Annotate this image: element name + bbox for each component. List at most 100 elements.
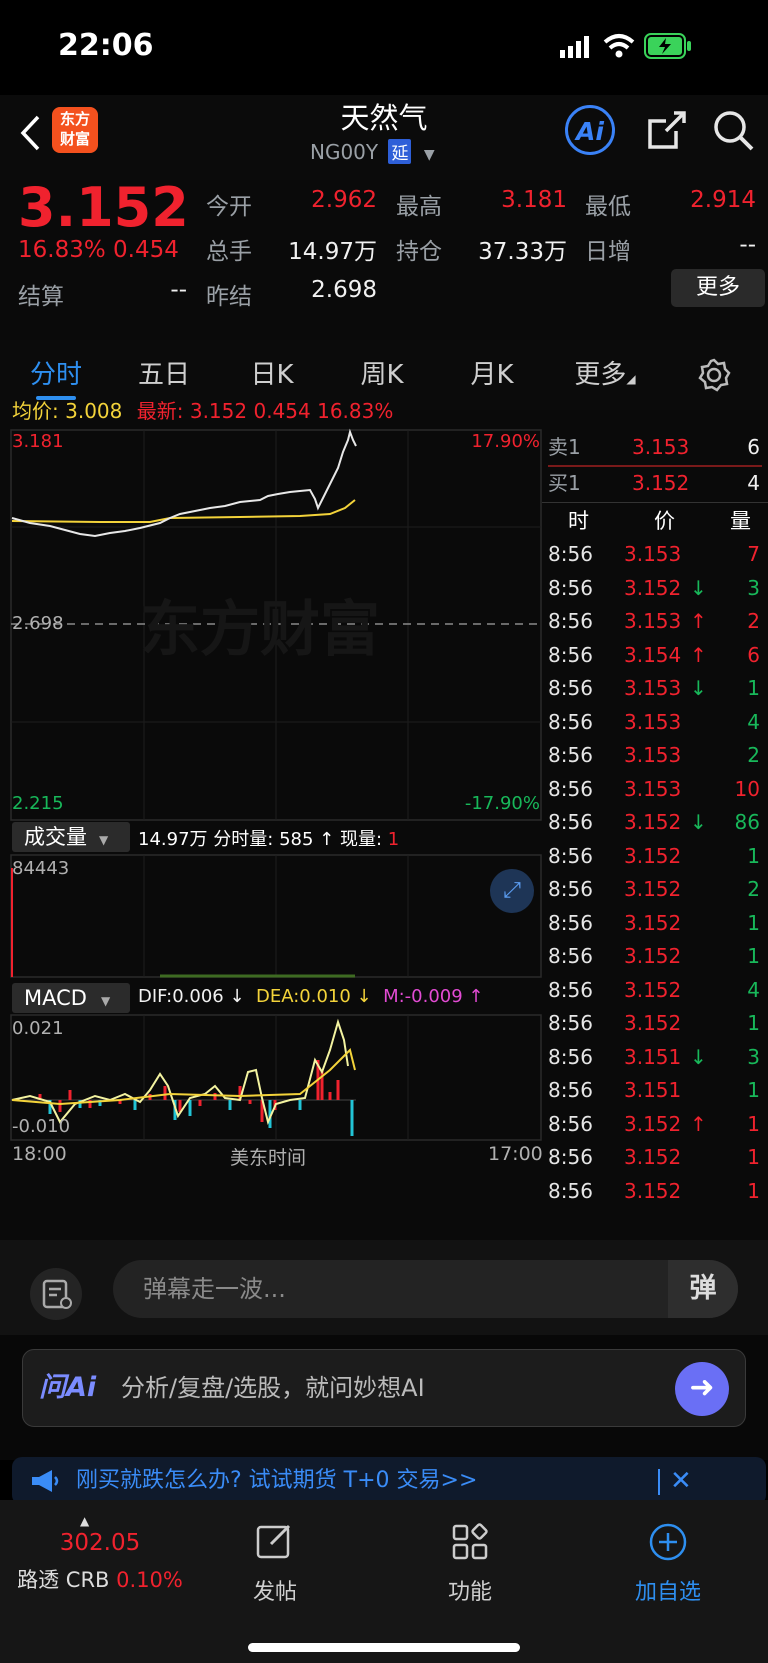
signal-icon <box>560 36 589 58</box>
time-axis-label: 美东时间 <box>230 1147 307 1169</box>
trade-row: 8:56 3.152 4 <box>548 977 760 1002</box>
open-value: 2.962 <box>311 187 377 213</box>
order-book[interactable]: 卖1 3.153 6 买1 3.152 4 时 价 量 8:56 3.153 7 8:… <box>542 430 768 1203</box>
danmu-settings-icon[interactable] <box>30 1268 82 1320</box>
chevron-down-icon: ▼ <box>423 147 435 163</box>
trade-row: 8:56 3.153 ↑ 2 <box>548 609 760 633</box>
last-price: 3.152 <box>18 176 189 239</box>
share-icon[interactable] <box>646 109 688 151</box>
divider <box>542 502 768 503</box>
macd-y-high: 0.021 <box>12 1018 64 1039</box>
y-axis-mid: 2.698 <box>12 613 64 634</box>
grid-icon <box>452 1523 488 1560</box>
ai-query-input[interactable]: 问Ai 分析/复盘/选股，就问妙想AI ➜ <box>22 1349 746 1427</box>
trade-row: 8:56 3.152 1 <box>548 1178 760 1203</box>
trade-row: 8:56 3.152 ↓ 3 <box>548 575 760 600</box>
home-indicator <box>248 1643 520 1652</box>
trade-row: 8:56 3.152 1 <box>548 944 760 968</box>
tab-more[interactable]: 更多◢ <box>560 340 650 410</box>
bottom-nav: ▲ 302.05 路透 CRB 0.10% 发帖 功能 加自选 <box>0 1500 768 1663</box>
volume-info: 14.97万 分时量: 585 ↑ 现量: 1 <box>138 829 400 850</box>
field-label: 最低 <box>585 194 631 220</box>
open-interest-value: 37.33万 <box>478 239 567 265</box>
send-arrow-icon[interactable]: ➜ <box>675 1362 729 1416</box>
trade-row: 8:56 3.151 1 <box>548 1078 760 1102</box>
status-bar: 22:06 <box>0 0 768 95</box>
trade-row: 8:56 3.152 1 <box>548 1145 760 1169</box>
field-label: 最高 <box>396 194 442 220</box>
trade-row: 8:56 3.153 7 <box>548 542 760 566</box>
low-value: 2.914 <box>690 187 756 213</box>
trade-row: 8:56 3.151 ↓ 3 <box>548 1044 760 1069</box>
post-button[interactable]: 发帖 <box>225 1522 325 1606</box>
field-label: 日增 <box>585 239 631 265</box>
time-axis-start: 18:00 <box>12 1143 67 1165</box>
index-ticker[interactable]: 302.05 路透 CRB 0.10% <box>0 1530 200 1594</box>
trade-row: 8:56 3.152 1 <box>548 910 760 935</box>
trade-row: 8:56 3.152 1 <box>548 843 760 868</box>
wifi-icon <box>603 34 635 58</box>
danmu-toggle-button[interactable]: 弹 <box>668 1260 738 1318</box>
y-axis-low: 2.215 <box>12 793 64 814</box>
change-value: 0.454 <box>113 237 179 263</box>
banner-text: 刚买就跌怎么办? 试试期货 T+0 交易>> <box>76 1468 478 1493</box>
status-time: 22:06 <box>58 28 154 63</box>
trade-row: 8:56 3.153 4 <box>548 709 760 734</box>
close-icon[interactable]: ✕ <box>670 1457 692 1505</box>
trade-row: 8:56 3.154 ↑ 6 <box>548 642 760 667</box>
index-value: 302.05 <box>59 1530 141 1556</box>
trade-row: 8:56 3.152 ↑ 1 <box>548 1111 760 1136</box>
more-button[interactable]: 更多 <box>671 269 765 307</box>
field-label: 持仓 <box>396 239 442 265</box>
ai-assistant-bar: 问Ai 分析/复盘/选股，就问妙想AI ➜ <box>0 1335 768 1460</box>
field-label: 总手 <box>206 239 252 265</box>
edit-icon <box>256 1524 291 1559</box>
daily-increase-value: -- <box>739 232 756 258</box>
volume-max-label: 84443 <box>12 858 70 879</box>
danmu-bar: 弹幕走一波... 弹 <box>0 1240 768 1335</box>
y-axis-high: 3.181 <box>12 431 64 452</box>
field-label: 结算 <box>18 284 64 310</box>
settlement-value: -- <box>170 277 187 303</box>
functions-button[interactable]: 功能 <box>420 1522 520 1606</box>
pct-axis-high: 17.90% <box>471 431 540 452</box>
high-value: 3.181 <box>501 187 567 213</box>
bid-row: 买1 3.152 4 <box>548 471 760 495</box>
divider <box>658 1469 660 1495</box>
indicator-selector[interactable]: MACD ▼ <box>12 983 130 1013</box>
trade-row: 8:56 3.153 2 <box>548 743 760 767</box>
field-label: 今开 <box>206 194 252 220</box>
add-to-watchlist-button[interactable]: 加自选 <box>618 1522 718 1606</box>
pct-axis-low: -17.90% <box>464 793 540 814</box>
quote-panel: 3.152 16.83% 0.454 今开 2.962 最高 3.181 最低 … <box>0 176 768 340</box>
danmu-input[interactable]: 弹幕走一波... 弹 <box>113 1260 738 1318</box>
trade-row: 8:56 3.153 10 <box>548 776 760 801</box>
promo-banner[interactable]: 刚买就跌怎么办? 试试期货 T+0 交易>> ✕ <box>12 1457 766 1505</box>
settings-gear-icon[interactable] <box>697 358 731 392</box>
header: 东方 财富 天然气 NG00Y 延 ▼ Ai <box>0 95 768 180</box>
chart-area: 均价: 3.008 最新: 3.152 0.454 16.83% 东方财富 3.… <box>0 399 768 1240</box>
macd-y-low: -0.010 <box>12 1116 71 1137</box>
ask-row: 卖1 3.153 6 <box>548 435 760 459</box>
trade-row: 8:56 3.153 ↓ 1 <box>548 676 760 700</box>
trade-row: 8:56 3.152 ↓ 86 <box>548 810 760 834</box>
instrument-code[interactable]: NG00Y 延 ▼ <box>310 139 435 164</box>
search-icon[interactable] <box>712 109 756 153</box>
trades-header: 时 价 量 <box>568 509 751 533</box>
field-label: 昨结 <box>206 284 252 310</box>
delay-badge: 延 <box>388 139 412 164</box>
svg-text:东方财富: 东方财富 <box>140 595 380 665</box>
expand-icon[interactable]: ⤢ <box>490 869 534 913</box>
ai-assistant-button[interactable]: Ai <box>565 105 615 155</box>
macd-info: DIF:0.006 ↓ DEA:0.010 ↓ M:-0.009 ↑ <box>138 986 484 1007</box>
change-pct: 16.83% <box>18 237 106 263</box>
tab-monthly-k[interactable]: 月K <box>452 340 532 410</box>
volume-selector[interactable]: 成交量 ▼ <box>12 822 130 852</box>
battery-icon <box>644 33 691 59</box>
time-axis-end: 17:00 <box>488 1143 543 1165</box>
plus-circle-icon <box>649 1523 687 1561</box>
caret-up-icon: ▲ <box>80 1514 90 1528</box>
trade-row: 8:56 3.152 1 <box>548 1011 760 1035</box>
volume-value: 14.97万 <box>288 239 377 265</box>
megaphone-icon <box>32 1470 59 1492</box>
